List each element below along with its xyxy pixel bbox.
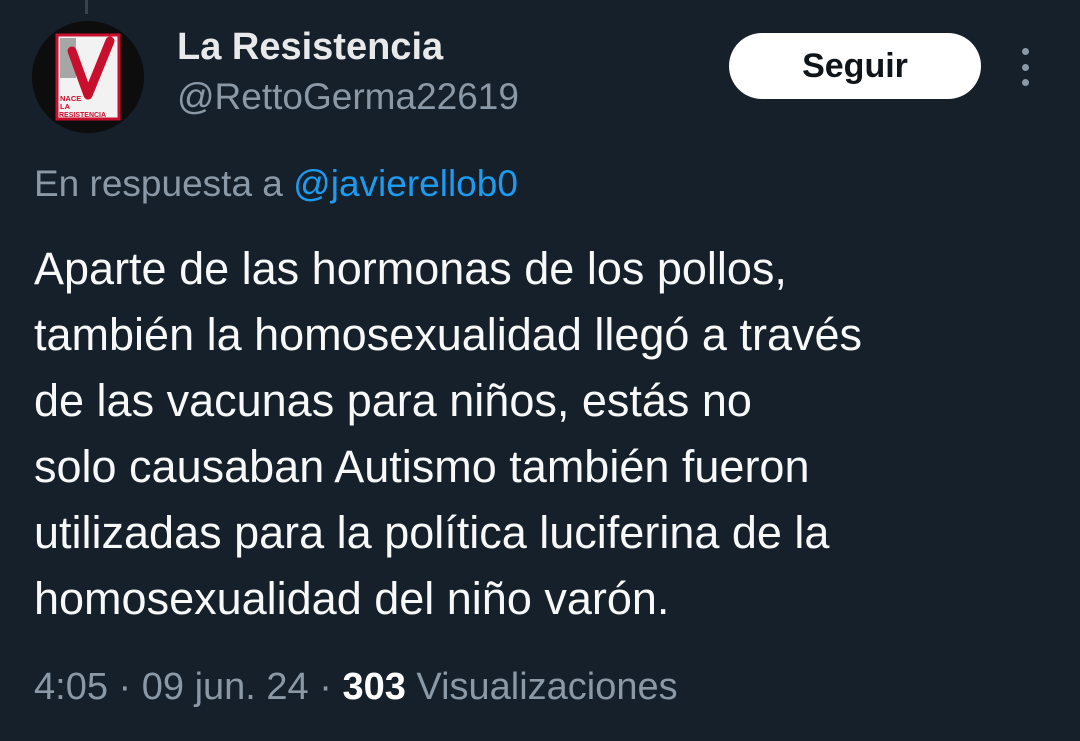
views-label[interactable]: Visualizaciones bbox=[406, 666, 677, 708]
tweet-text-line: homosexualidad del niño varón. bbox=[34, 573, 670, 624]
tweet-text-line: solo causaban Autismo también fueron bbox=[34, 441, 810, 492]
more-dot bbox=[1021, 48, 1029, 55]
tweet-date[interactable]: 09 jun. 24 bbox=[142, 666, 309, 708]
thread-connector-line bbox=[85, 0, 88, 14]
author-name[interactable]: La Resistencia bbox=[177, 26, 443, 69]
avatar[interactable]: NACE LA RESISTENCIA bbox=[32, 21, 144, 133]
follow-button[interactable]: Seguir bbox=[729, 33, 981, 99]
tweet-text-line: también la homosexualidad llegó a través bbox=[34, 309, 862, 360]
more-dot bbox=[1021, 63, 1029, 71]
tweet-text-line: Aparte de las hormonas de los pollos, bbox=[34, 243, 787, 294]
svg-text:LA: LA bbox=[60, 102, 71, 111]
reply-context: En respuesta a @javierellob0 bbox=[34, 163, 518, 205]
tweet-text-line: de las vacunas para niños, estás no bbox=[34, 375, 752, 426]
more-dot bbox=[1021, 79, 1029, 86]
tweet-text-line: utilizadas para la política luciferina d… bbox=[34, 507, 830, 558]
svg-text:RESISTENCIA: RESISTENCIA bbox=[59, 112, 106, 119]
avatar-logo-image: NACE LA RESISTENCIA bbox=[32, 21, 144, 133]
meta-separator: · bbox=[308, 666, 343, 708]
reply-mention-link[interactable]: @javierellob0 bbox=[293, 163, 518, 204]
tweet-text: Aparte de las hormonas de los pollos, ta… bbox=[34, 236, 1044, 632]
author-handle[interactable]: @RettoGerma22619 bbox=[177, 76, 519, 118]
views-count[interactable]: 303 bbox=[342, 666, 405, 708]
reply-prefix: En respuesta a bbox=[34, 163, 294, 204]
tweet-time[interactable]: 4:05 bbox=[34, 666, 108, 708]
meta-separator: · bbox=[107, 666, 142, 708]
more-vertical-icon[interactable] bbox=[1010, 48, 1040, 86]
tweet-meta: 4:05 · 09 jun. 24 · 303 Visualizaciones bbox=[34, 666, 678, 709]
